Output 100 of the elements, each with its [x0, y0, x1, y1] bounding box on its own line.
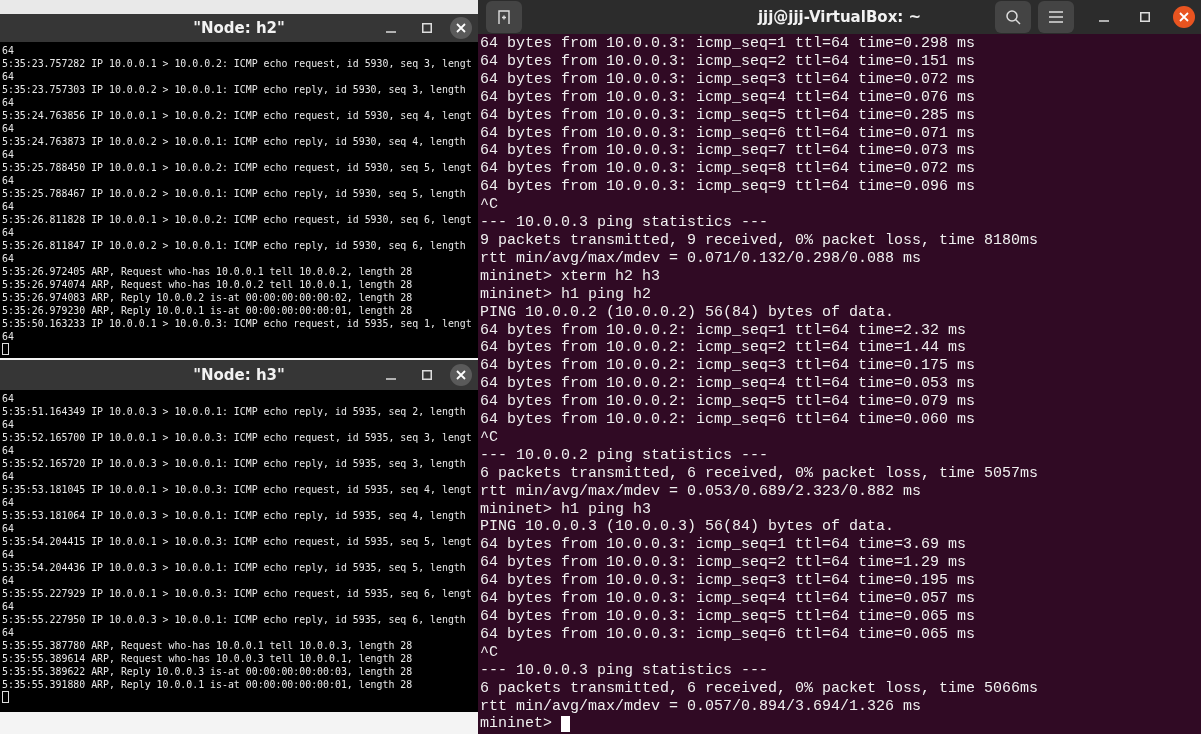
terminal-line: 5:35:55.227950 IP 10.0.0.3 > 10.0.0.1: ICMP echo reply, id 5935, seq 6, length	[2, 613, 467, 626]
new-tab-button[interactable]	[486, 1, 522, 33]
terminal-line: PING 10.0.0.3 (10.0.0.3) 56(84) bytes of data.	[480, 518, 895, 537]
terminal-line: 64	[2, 200, 15, 213]
close-button[interactable]	[450, 17, 472, 39]
terminal-line: 64	[2, 70, 15, 83]
terminal-line: 64	[2, 418, 15, 431]
terminal-line: 5:35:24.763856 IP 10.0.0.1 > 10.0.0.2: ICMP echo request, id 5930, seq 4, lengt	[2, 109, 473, 122]
terminal-line: 64	[2, 600, 15, 613]
terminal-line: --- 10.0.0.2 ping statistics ---	[480, 446, 769, 465]
terminal-line: 64 bytes from 10.0.0.3: icmp_seq=2 ttl=64 time=1.29 ms	[480, 554, 967, 573]
terminal-line: 64 bytes from 10.0.0.3: icmp_seq=4 ttl=64 time=0.057 ms	[480, 590, 976, 608]
terminal-line: 5:35:25.788467 IP 10.0.0.2 > 10.0.0.1: ICMP echo reply, id 5930, seq 5, length	[2, 187, 467, 200]
search-icon	[1005, 9, 1021, 25]
terminal-line: 5:35:51.164349 IP 10.0.0.3 > 10.0.0.1: ICMP echo reply, id 5935, seq 2, length	[2, 405, 467, 418]
terminal-line: 64 bytes from 10.0.0.2: icmp_seq=2 ttl=64 time=1.44 ms	[480, 339, 967, 358]
terminal-line: 64 bytes from 10.0.0.3: icmp_seq=7 ttl=64 time=0.073 ms	[480, 142, 976, 161]
terminal-line: rtt min/avg/max/mdev = 0.053/0.689/2.323/0.882 ms	[480, 482, 922, 501]
terminal-line: mininet>	[480, 715, 552, 734]
terminal-line: 5:35:26.974083 ARP, Reply 10.0.0.2 is-at 00:00:00:00:00:02, length 28	[2, 291, 414, 304]
window-title: "Node: h2"	[193, 19, 285, 37]
terminal-line: rtt min/avg/max/mdev = 0.071/0.132/0.298/0.088 ms	[480, 249, 922, 268]
terminal-line: 64	[2, 470, 15, 483]
terminal-line: 64	[2, 330, 15, 343]
terminal-line: 64 bytes from 10.0.0.3: icmp_seq=3 ttl=64 time=0.195 ms	[480, 572, 976, 591]
window-title: "Node: h3"	[193, 366, 285, 384]
terminal-line: 64 bytes from 10.0.0.3: icmp_seq=6 ttl=64 time=0.071 ms	[480, 124, 976, 143]
terminal-line: 5:35:25.788450 IP 10.0.0.1 > 10.0.0.2: ICMP echo request, id 5930, seq 5, lengt	[2, 161, 473, 174]
terminal-line: 6 packets transmitted, 6 received, 0% packet loss, time 5057ms	[480, 464, 1039, 483]
terminal-line: --- 10.0.0.3 ping statistics ---	[480, 661, 769, 680]
terminal-line: 64 bytes from 10.0.0.3: icmp_seq=9 ttl=64 time=0.096 ms	[480, 178, 976, 197]
terminal-line: 5:35:52.165700 IP 10.0.0.1 > 10.0.0.3: ICMP echo request, id 5935, seq 3, lengt	[2, 431, 473, 444]
menu-button[interactable]	[1038, 1, 1074, 33]
maximize-icon	[422, 370, 432, 380]
terminal-line: 5:35:53.181064 IP 10.0.0.3 > 10.0.0.1: ICMP echo reply, id 5935, seq 4, length	[2, 509, 467, 522]
terminal-line: 64	[2, 444, 15, 457]
terminal-line: 64	[2, 174, 15, 187]
terminal-line: 64 bytes from 10.0.0.3: icmp_seq=5 ttl=64 time=0.065 ms	[480, 608, 976, 626]
terminal-line: 64	[2, 122, 15, 135]
terminal-line: 64 bytes from 10.0.0.2: icmp_seq=1 ttl=64 time=2.32 ms	[480, 321, 967, 340]
terminal-line: 64 bytes from 10.0.0.3: icmp_seq=1 ttl=64 time=0.298 ms	[480, 35, 976, 53]
maximize-icon	[422, 23, 432, 33]
terminal-line: 64 bytes from 10.0.0.3: icmp_seq=1 ttl=64 time=3.69 ms	[480, 536, 967, 555]
window-title: jjj@jjj-VirtualBox: ~	[757, 8, 922, 26]
terminal-line: 5:35:23.757303 IP 10.0.0.2 > 10.0.0.1: ICMP echo reply, id 5930, seq 3, length	[2, 83, 467, 96]
terminal-line: 64	[2, 392, 15, 405]
terminal-line: 64 bytes from 10.0.0.3: icmp_seq=6 ttl=64 time=0.065 ms	[480, 625, 976, 644]
terminal-line: 5:35:53.181045 IP 10.0.0.1 > 10.0.0.3: ICMP echo request, id 5935, seq 4, lengt	[2, 483, 473, 496]
terminal-line: 64	[2, 574, 15, 587]
close-button[interactable]	[1173, 6, 1195, 28]
close-icon	[456, 370, 466, 380]
search-button[interactable]	[995, 1, 1031, 33]
terminal-line: 9 packets transmitted, 9 received, 0% packet loss, time 8180ms	[480, 231, 1039, 250]
terminal-line: rtt min/avg/max/mdev = 0.057/0.894/3.694/1.326 ms	[480, 697, 922, 716]
close-icon	[1179, 12, 1189, 22]
terminal-line: 64	[2, 226, 15, 239]
close-icon	[456, 23, 466, 33]
maximize-icon	[1140, 12, 1150, 22]
terminal-line: mininet> h1 ping h2	[480, 285, 652, 304]
terminal-line: 64	[2, 96, 15, 109]
terminal-line: 5:35:55.389614 ARP, Request who-has 10.0.0.3 tell 10.0.0.1, length 28	[2, 652, 414, 665]
terminal-line: 5:35:55.389622 ARP, Reply 10.0.0.3 is-at 00:00:00:00:00:03, length 28	[2, 665, 414, 678]
terminal-line: 64	[2, 626, 15, 639]
terminal-line: 5:35:55.227929 IP 10.0.0.1 > 10.0.0.3: ICMP echo request, id 5935, seq 6, lengt	[2, 587, 473, 600]
terminal-line: --- 10.0.0.3 ping statistics ---	[480, 214, 769, 232]
terminal-line: 5:35:55.387780 ARP, Request who-has 10.0.0.1 tell 10.0.0.3, length 28	[2, 639, 414, 652]
menu-icon	[1049, 11, 1063, 23]
minimize-icon	[386, 31, 396, 33]
terminal-line: 64	[2, 252, 15, 265]
terminal-line: 5:35:26.974074 ARP, Request who-has 10.0.0.2 tell 10.0.0.1, length 28	[2, 278, 414, 291]
terminal-line: 5:35:54.204436 IP 10.0.0.3 > 10.0.0.1: ICMP echo reply, id 5935, seq 5, length	[2, 561, 467, 574]
terminal-line: 6 packets transmitted, 6 received, 0% packet loss, time 5066ms	[480, 679, 1039, 698]
close-button[interactable]	[450, 364, 472, 386]
terminal-line: 5:35:54.204415 IP 10.0.0.1 > 10.0.0.3: ICMP echo request, id 5935, seq 5, lengt	[2, 535, 473, 548]
terminal-line: 64 bytes from 10.0.0.3: icmp_seq=5 ttl=64 time=0.285 ms	[480, 106, 976, 125]
terminal-line: 64	[2, 522, 15, 535]
terminal-line: 64 bytes from 10.0.0.2: icmp_seq=5 ttl=64 time=0.079 ms	[480, 393, 976, 412]
terminal-line: 5:35:24.763873 IP 10.0.0.2 > 10.0.0.1: ICMP echo reply, id 5930, seq 4, length	[2, 135, 467, 148]
terminal-line: ^C	[480, 196, 498, 215]
minimize-icon	[1099, 20, 1109, 22]
terminal-line: 64 bytes from 10.0.0.3: icmp_seq=3 ttl=64 time=0.072 ms	[480, 70, 976, 89]
terminal-line: 64	[2, 496, 15, 509]
terminal-line: 64 bytes from 10.0.0.3: icmp_seq=4 ttl=64 time=0.076 ms	[480, 88, 976, 107]
terminal-line: 5:35:55.391880 ARP, Reply 10.0.0.1 is-at 00:00:00:00:00:01, length 28	[2, 678, 414, 691]
terminal-line: 64 bytes from 10.0.0.3: icmp_seq=2 ttl=64 time=0.151 ms	[480, 52, 976, 71]
terminal-line: 64 bytes from 10.0.0.2: icmp_seq=6 ttl=64 time=0.060 ms	[480, 411, 976, 429]
terminal-line: 5:35:26.811847 IP 10.0.0.2 > 10.0.0.1: ICMP echo reply, id 5930, seq 6, length	[2, 239, 467, 252]
terminal-line: 5:35:52.165720 IP 10.0.0.3 > 10.0.0.1: ICMP echo reply, id 5935, seq 3, length	[2, 457, 467, 470]
terminal-line: 64 bytes from 10.0.0.2: icmp_seq=3 ttl=64 time=0.175 ms	[480, 357, 976, 376]
terminal-line: ^C	[480, 643, 498, 662]
terminal-line: PING 10.0.0.2 (10.0.0.2) 56(84) bytes of data.	[480, 303, 895, 322]
terminal-line: 5:35:26.972405 ARP, Request who-has 10.0.0.1 tell 10.0.0.2, length 28	[2, 265, 414, 278]
terminal-line: 64 bytes from 10.0.0.2: icmp_seq=4 ttl=64 time=0.053 ms	[480, 375, 976, 394]
minimize-icon	[386, 378, 396, 380]
terminal-line: 64	[2, 148, 15, 161]
terminal-line: 64	[2, 548, 15, 561]
terminal-line: 5:35:23.757282 IP 10.0.0.1 > 10.0.0.2: ICMP echo request, id 5930, seq 3, lengt	[2, 57, 473, 70]
terminal-line: 64 bytes from 10.0.0.3: icmp_seq=8 ttl=64 time=0.072 ms	[480, 160, 976, 179]
terminal-line: 5:35:50.163233 IP 10.0.0.1 > 10.0.0.3: ICMP echo request, id 5935, seq 1, lengt	[2, 317, 473, 330]
terminal-line: 64	[2, 44, 15, 57]
